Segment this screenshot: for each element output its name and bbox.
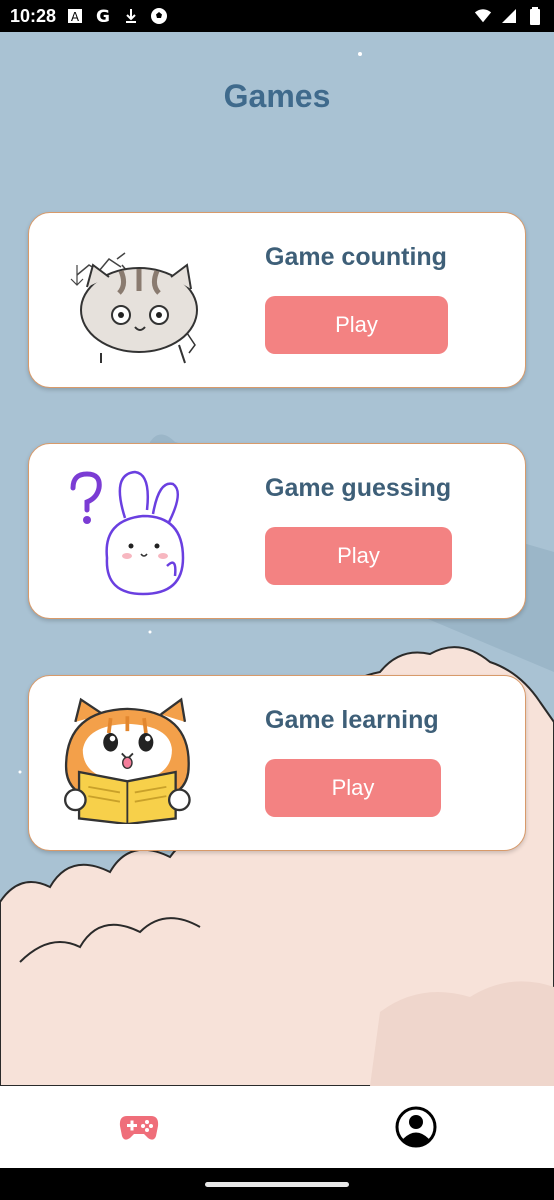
nav-item-games[interactable] xyxy=(0,1086,277,1168)
soccer-ball-icon xyxy=(151,8,168,24)
text-a-icon: A xyxy=(68,9,83,24)
game-title: Game counting xyxy=(265,243,447,271)
thinking-cat-icon xyxy=(70,252,198,364)
wifi-icon xyxy=(474,9,492,23)
status-notifications: A G xyxy=(66,7,168,25)
play-button-learning[interactable]: Play xyxy=(265,759,441,817)
svg-text:G: G xyxy=(96,7,110,25)
game-card-guessing: Game guessing Play xyxy=(28,443,526,619)
page-title: Games xyxy=(223,78,331,114)
play-button-counting[interactable]: Play xyxy=(265,296,448,354)
play-button-guessing[interactable]: Play xyxy=(265,527,452,585)
google-icon: G xyxy=(96,7,110,25)
bottom-nav xyxy=(0,1086,554,1168)
reading-cat-icon xyxy=(63,697,191,824)
svg-text:A: A xyxy=(71,10,80,24)
battery-icon xyxy=(530,7,540,25)
status-system-icons xyxy=(474,7,544,25)
signal-icon xyxy=(502,9,516,23)
nav-item-profile[interactable] xyxy=(277,1086,554,1168)
status-time: 10:28 xyxy=(10,5,57,26)
download-icon xyxy=(126,9,137,23)
game-card-counting: Game counting Play xyxy=(28,212,526,388)
status-bar: 10:28 A G xyxy=(0,0,554,32)
gamepad-icon xyxy=(119,1116,158,1140)
profile-icon xyxy=(395,1106,436,1148)
home-gesture-handle[interactable] xyxy=(205,1182,349,1187)
system-gesture-bar xyxy=(0,1168,554,1200)
question-bunny-icon xyxy=(70,470,185,596)
games-screen: 10:28 A G Games Game counting Play Game … xyxy=(0,0,554,1200)
game-card-learning: Game learning Play xyxy=(28,675,526,851)
game-title: Game guessing xyxy=(265,474,452,502)
game-title: Game learning xyxy=(265,706,439,734)
